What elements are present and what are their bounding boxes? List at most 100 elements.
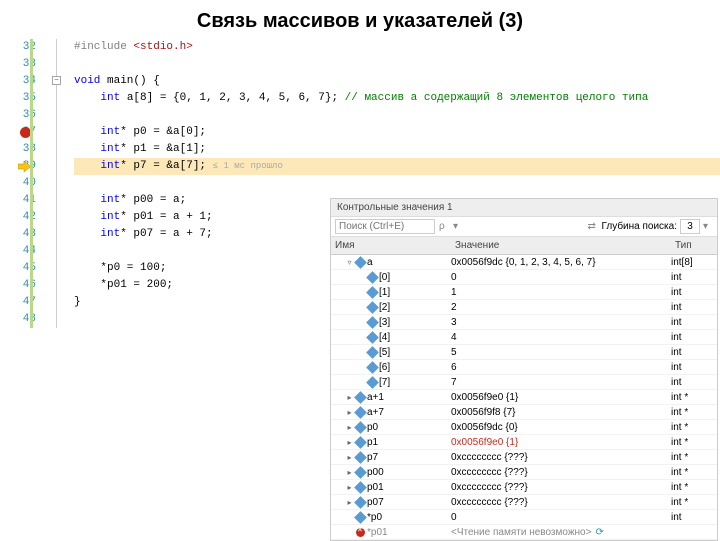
var-type: int	[671, 512, 717, 523]
code-line[interactable]: int* p1 = &a[1];	[74, 141, 720, 158]
var-icon	[354, 406, 367, 419]
var-icon	[354, 481, 367, 494]
watch-rows: ▿ a 0x0056f9dc {0, 1, 2, 3, 4, 5, 6, 7} …	[331, 255, 717, 540]
var-icon	[354, 511, 367, 524]
var-name: a+1	[367, 392, 384, 403]
var-icon	[354, 451, 367, 464]
var-name: [1]	[379, 287, 390, 298]
watch-row[interactable]: ▸ p07 0xcccccccc {???} int *	[331, 495, 717, 510]
watch-row[interactable]: ▸ p7 0xcccccccc {???} int *	[331, 450, 717, 465]
watch-row[interactable]: ▸ p1 0x0056f9e0 {1} int *	[331, 435, 717, 450]
code-line[interactable]	[74, 56, 720, 73]
var-type: int	[671, 332, 717, 343]
watch-row[interactable]: *p0 0 int	[331, 510, 717, 525]
watch-row[interactable]: [5] 5 int	[331, 345, 717, 360]
var-type: int *	[671, 482, 717, 493]
var-type: int *	[671, 467, 717, 478]
watch-panel: Контрольные значения 1 ρ ▾ ⇄ Глубина пои…	[330, 198, 718, 541]
var-name: p00	[367, 467, 384, 478]
code-line[interactable]: int a[8] = {0, 1, 2, 3, 4, 5, 6, 7}; // …	[74, 90, 720, 107]
code-line[interactable]	[74, 107, 720, 124]
code-line[interactable]: int* p0 = &a[0];	[74, 124, 720, 141]
var-value: 0x0056f9dc {0, 1, 2, 3, 4, 5, 6, 7}	[451, 257, 671, 268]
var-name: [5]	[379, 347, 390, 358]
var-value: 3	[451, 317, 671, 328]
watch-row[interactable]: ▿ a 0x0056f9dc {0, 1, 2, 3, 4, 5, 6, 7} …	[331, 255, 717, 270]
var-value: 0x0056f9dc {0}	[451, 422, 671, 433]
var-value: 0xcccccccc {???}	[451, 452, 671, 463]
var-type: int *	[671, 497, 717, 508]
var-value: 0xcccccccc {???}	[451, 497, 671, 508]
var-value: 0x0056f9f8 {7}	[451, 407, 671, 418]
var-name: *p0	[367, 512, 382, 523]
expand-toggle[interactable]	[345, 528, 354, 537]
var-icon	[356, 528, 365, 537]
fold-margin: −	[50, 39, 72, 328]
var-name: [7]	[379, 377, 390, 388]
var-icon	[354, 421, 367, 434]
watch-row[interactable]: [1] 1 int	[331, 285, 717, 300]
var-type: int[8]	[671, 257, 717, 268]
search-input[interactable]	[335, 219, 435, 234]
var-icon	[366, 271, 379, 284]
var-name: a+7	[367, 407, 384, 418]
watch-row[interactable]: [0] 0 int	[331, 270, 717, 285]
var-type: int	[671, 377, 717, 388]
chevron-down-icon[interactable]: ▾	[703, 221, 713, 232]
var-value: 7	[451, 377, 671, 388]
var-name: p0	[367, 422, 378, 433]
var-value: 0xcccccccc {???}	[451, 467, 671, 478]
watch-row[interactable]: ▸ p0 0x0056f9dc {0} int *	[331, 420, 717, 435]
code-line[interactable]: #include <stdio.h>	[74, 39, 720, 56]
watch-row[interactable]: [6] 6 int	[331, 360, 717, 375]
var-value: 0x0056f9e0 {1}	[451, 392, 671, 403]
var-type: int *	[671, 422, 717, 433]
var-type: int	[671, 302, 717, 313]
var-type: int	[671, 347, 717, 358]
arrows-icon[interactable]: ⇄	[588, 221, 598, 232]
var-name: p01	[367, 482, 384, 493]
watch-row[interactable]: ▸ a+1 0x0056f9e0 {1} int *	[331, 390, 717, 405]
var-name: p07	[367, 497, 384, 508]
var-value: 0	[451, 512, 671, 523]
var-icon	[354, 391, 367, 404]
var-value: <Чтение памяти невозможно>⟳	[451, 527, 671, 538]
fold-toggle[interactable]: −	[52, 76, 61, 85]
watch-row[interactable]: [3] 3 int	[331, 315, 717, 330]
var-icon	[366, 361, 379, 374]
watch-row[interactable]: [4] 4 int	[331, 330, 717, 345]
col-value[interactable]: Значение	[451, 239, 671, 252]
col-type[interactable]: Тип	[671, 239, 717, 252]
dropdown-icon[interactable]: ▾	[453, 221, 463, 232]
line-gutter: 3233343536373839404142434445464748	[0, 39, 50, 328]
search-icon[interactable]: ρ	[439, 221, 449, 232]
code-line[interactable]	[74, 175, 720, 192]
var-icon	[354, 496, 367, 509]
watch-row[interactable]: ▸ p00 0xcccccccc {???} int *	[331, 465, 717, 480]
var-name: [4]	[379, 332, 390, 343]
watch-row[interactable]: [7] 7 int	[331, 375, 717, 390]
var-type: int	[671, 272, 717, 283]
var-value: 4	[451, 332, 671, 343]
var-name: a	[367, 257, 373, 268]
col-name[interactable]: Имя	[331, 239, 451, 252]
code-line[interactable]: void main() {	[74, 73, 720, 90]
var-name: *p01	[367, 527, 388, 538]
var-value: 5	[451, 347, 671, 358]
var-icon	[366, 286, 379, 299]
code-line[interactable]: int* p7 = &a[7]; ≤ 1 мс прошло	[74, 158, 720, 175]
watch-row[interactable]: ▸ p01 0xcccccccc {???} int *	[331, 480, 717, 495]
var-value: 0	[451, 272, 671, 283]
watch-row[interactable]: ▸ a+7 0x0056f9f8 {7} int *	[331, 405, 717, 420]
refresh-icon[interactable]: ⟳	[595, 527, 603, 538]
watch-row[interactable]: *p01 <Чтение памяти невозможно>⟳	[331, 525, 717, 540]
var-name: p7	[367, 452, 378, 463]
depth-label: Глубина поиска:	[602, 221, 677, 232]
watch-toolbar: ρ ▾ ⇄ Глубина поиска: ▾	[331, 217, 717, 237]
watch-row[interactable]: [2] 2 int	[331, 300, 717, 315]
depth-input[interactable]	[680, 219, 700, 234]
var-name: [3]	[379, 317, 390, 328]
watch-header: Имя Значение Тип	[331, 237, 717, 255]
var-icon	[366, 301, 379, 314]
var-icon	[354, 466, 367, 479]
